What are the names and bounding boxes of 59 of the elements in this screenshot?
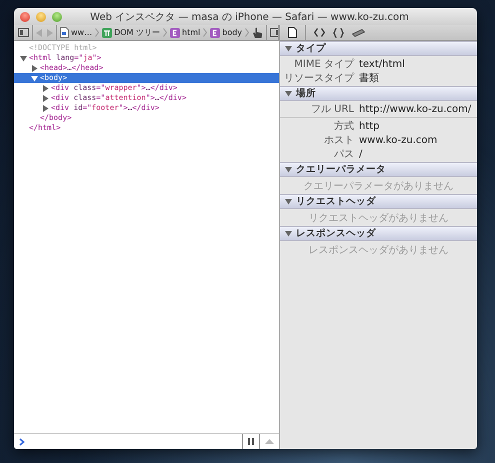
property-value: 書類 [359, 72, 379, 85]
close-button[interactable] [20, 12, 30, 22]
section-header[interactable]: リクエストヘッダ [280, 194, 477, 209]
chevron-icon [203, 28, 208, 37]
section-title: リクエストヘッダ [296, 195, 376, 208]
document-icon [60, 27, 69, 38]
ruler-icon[interactable] [352, 28, 365, 36]
disclosure-triangle-icon[interactable] [285, 198, 292, 205]
element-icon [210, 28, 220, 38]
dom-tree-icon [102, 28, 112, 38]
hand-pointer-icon[interactable] [252, 26, 264, 38]
section-header[interactable]: レスポンスヘッダ [280, 226, 477, 241]
window-title: Web インスペクタ — masa の iPhone — Safari — www.ko-zu.com [89, 10, 410, 24]
breadcrumb-item[interactable]: DOM ツリー [102, 27, 160, 38]
element-icon [170, 28, 180, 38]
property-value: www.ko-zu.com [359, 134, 438, 146]
property-value: http://www.ko-zu.com/ [359, 104, 472, 114]
expanded-triangle-icon[interactable] [20, 54, 27, 62]
disclosure-triangle-icon[interactable] [285, 166, 292, 173]
panel-toggle-icon[interactable] [270, 28, 278, 37]
breadcrumb-item[interactable]: html [170, 28, 200, 38]
section-header[interactable]: タイプ [280, 41, 477, 56]
collapsed-triangle-icon[interactable] [42, 84, 49, 92]
disclosure-triangle-icon[interactable] [285, 230, 292, 237]
prompt-icon [19, 438, 25, 446]
disclosure-triangle-icon[interactable] [285, 45, 292, 52]
breadcrumb-item[interactable]: body [210, 28, 242, 38]
collapsed-triangle-icon[interactable] [42, 94, 49, 102]
braces-icon[interactable] [333, 28, 344, 38]
property-value: / [359, 148, 362, 160]
section-header[interactable]: クエリーパラメータ [280, 162, 477, 177]
collapsed-triangle-icon[interactable] [31, 64, 38, 72]
property-value: text/html [359, 58, 405, 70]
property-label: フル URL [310, 103, 355, 116]
section-title: タイプ [296, 42, 326, 55]
chevron-icon [95, 28, 100, 37]
section-title: クエリーパラメータ [296, 163, 386, 176]
empty-message: クエリーパラメータがありません [304, 180, 454, 192]
code-tags-icon[interactable] [314, 28, 325, 37]
property-label: リソースタイプ [283, 72, 356, 85]
disclosure-triangle-icon[interactable] [285, 90, 292, 97]
chevron-icon [245, 28, 250, 37]
pause-icon[interactable] [248, 438, 254, 445]
collapsed-triangle-icon[interactable] [42, 104, 49, 112]
property-value: http [359, 120, 380, 132]
property-label: MIME タイプ [293, 58, 356, 71]
section-title: 場所 [296, 87, 316, 100]
property-label: パス [333, 148, 355, 161]
section-header[interactable]: 場所 [280, 86, 477, 101]
property-label: 方式 [333, 120, 355, 133]
sidebar-toggle-icon[interactable] [18, 28, 29, 37]
document-icon[interactable] [288, 27, 297, 38]
expanded-triangle-icon[interactable] [31, 74, 38, 82]
empty-message: レスポンスヘッダがありません [308, 244, 448, 256]
property-label: ホスト [323, 134, 355, 147]
section-title: レスポンスヘッダ [296, 227, 376, 240]
empty-message: リクエストヘッダがありません [308, 212, 448, 224]
breadcrumb-item[interactable]: ww… [60, 27, 92, 38]
chevron-icon [163, 28, 167, 37]
